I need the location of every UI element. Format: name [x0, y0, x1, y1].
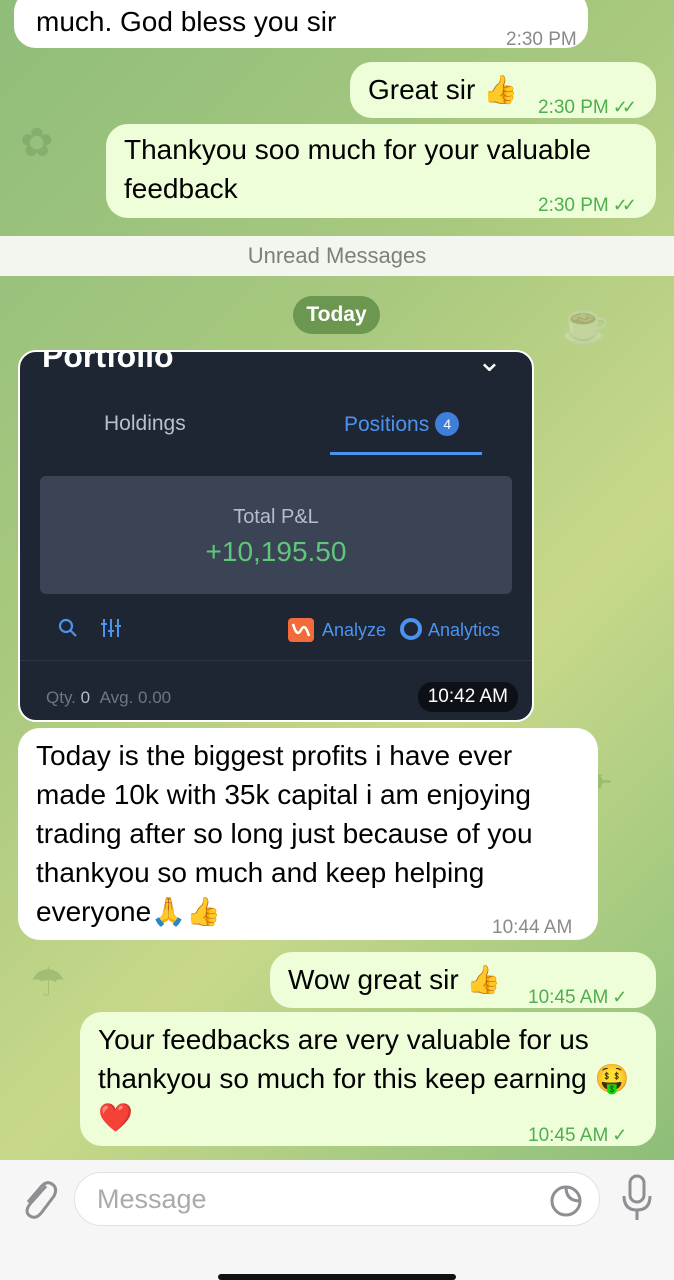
tab-positions: Positions 4	[344, 412, 460, 437]
positions-count-badge: 4	[435, 412, 460, 436]
outgoing-message[interactable]: Your feedbacks are very valuable for us …	[80, 1012, 656, 1146]
message-time: 2:30 PM	[506, 29, 577, 50]
read-tick-icon: ✓	[612, 987, 627, 1007]
wallpaper-doodle: ☕	[560, 302, 610, 346]
wallpaper-doodle: ✿	[20, 121, 54, 165]
outgoing-message[interactable]: Wow great sir 👍 10:45 AM ✓	[270, 952, 656, 1008]
screenshot-photo[interactable]: Portfolio ⌄ Holdings Positions 4 Total P&…	[18, 350, 534, 722]
mic-icon[interactable]	[620, 1174, 654, 1224]
outgoing-message[interactable]: Thankyou soo much for your valuable feed…	[106, 124, 656, 218]
pnl-label: Total P&L	[233, 506, 319, 528]
pnl-value: +10,195.50	[205, 536, 347, 567]
message-time: 2:30 PM ✓✓	[538, 195, 637, 216]
message-time: 10:44 AM	[492, 917, 573, 938]
incoming-message[interactable]: Today is the biggest profits i have ever…	[18, 728, 598, 940]
search-icon	[58, 618, 78, 643]
divider	[20, 660, 532, 661]
message-placeholder: Message	[97, 1184, 207, 1214]
analyze-label: Analyze	[322, 620, 387, 640]
pnl-card: Total P&L +10,195.50	[40, 476, 512, 594]
chevron-down-icon: ⌄	[476, 350, 502, 378]
analytics-icon	[400, 618, 422, 645]
date-pill: Today	[293, 296, 380, 334]
wallpaper-doodle: ☂	[30, 961, 66, 1005]
sticker-icon[interactable]	[549, 1183, 583, 1217]
message-text: Great sir 👍	[368, 74, 518, 105]
unread-messages-divider: Unread Messages	[0, 236, 674, 276]
outgoing-message[interactable]: Great sir 👍 2:30 PM ✓✓	[350, 62, 656, 118]
photo-time: 10:42 AM	[417, 682, 518, 712]
analyze-icon	[288, 618, 314, 647]
read-ticks-icon: ✓✓	[612, 195, 637, 215]
analytics-label: Analytics	[428, 620, 501, 640]
tab-holdings: Holdings	[104, 412, 186, 435]
message-text: Today is the biggest profits i have ever…	[36, 740, 533, 927]
filter-icon	[100, 618, 122, 643]
message-input[interactable]: Message	[74, 1172, 600, 1226]
tab-underline	[330, 452, 482, 455]
tool-row: Analyze Analytics	[20, 618, 532, 648]
qty-avg-row: Qty. 0 Avg. 0.00	[46, 688, 172, 707]
message-time: 10:45 AM ✓	[528, 1125, 627, 1146]
input-bar: Message	[0, 1160, 674, 1280]
incoming-message[interactable]: much. God bless you sir 2:30 PM	[14, 0, 588, 50]
read-ticks-icon: ✓✓	[612, 97, 637, 117]
message-text: much. God bless you sir	[36, 6, 337, 37]
read-tick-icon: ✓	[612, 1125, 627, 1145]
message-text: Wow great sir 👍	[288, 964, 502, 995]
message-time: 2:30 PM ✓✓	[538, 97, 637, 118]
attach-icon[interactable]	[16, 1176, 58, 1222]
portfolio-title: Portfolio	[42, 350, 174, 374]
home-indicator	[218, 1274, 456, 1280]
